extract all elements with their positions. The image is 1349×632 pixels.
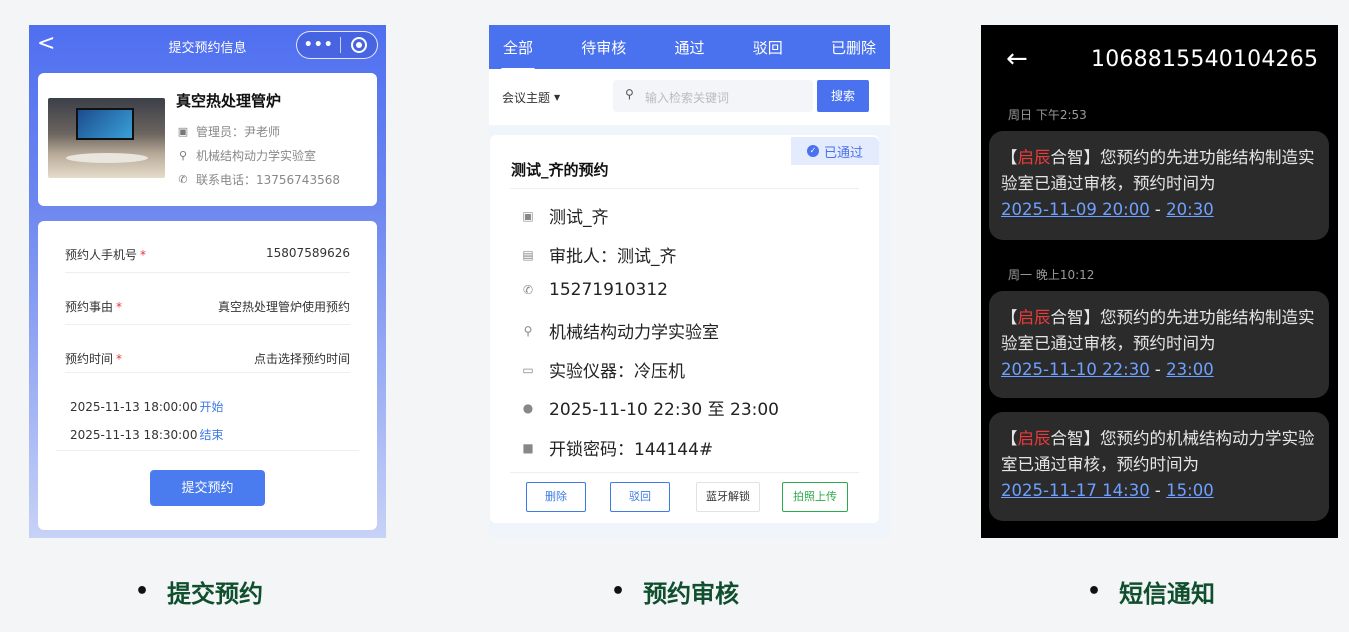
- start-time: 2025-11-13 18:00:00 开始: [70, 400, 224, 414]
- location-pin-icon: ⚲: [178, 149, 188, 162]
- lab-phone-text: 联系电话：13756743568: [196, 173, 340, 187]
- mini-program-capsule: •••: [296, 31, 378, 59]
- search-button[interactable]: 搜索: [817, 80, 869, 112]
- caption-submit: • 提交预约: [135, 579, 264, 608]
- reason-field-row[interactable]: 预约事由 * 真空热处理管炉使用预约: [65, 273, 350, 325]
- lab-photo: [48, 98, 165, 178]
- sms-message[interactable]: 【启辰合智】您预约的机械结构动力学实验室已通过审核，预约时间为 2025-11-…: [989, 412, 1329, 521]
- message-timestamp: 周日 下午2:53: [1008, 108, 1087, 122]
- tab-approved[interactable]: 通过: [674, 33, 704, 62]
- phone-icon: ✆: [522, 283, 534, 297]
- sms-notification-screen: ← 1068815540104265 周日 下午2:53 【启辰合智】您预约的先…: [981, 25, 1338, 538]
- chevron-down-icon: ▼: [554, 93, 561, 102]
- divider: [56, 450, 359, 451]
- reservation-title: 测试_齐的预约: [511, 161, 609, 179]
- nav-bar: < 提交预约信息 •••: [29, 25, 386, 65]
- phone-icon: ✆: [178, 173, 188, 186]
- time-link[interactable]: 2025-11-10 22:30: [1001, 360, 1150, 379]
- bullet-icon: •: [1087, 579, 1102, 604]
- lock-icon: ■: [522, 440, 534, 455]
- lab-manager-text: 管理员：尹老师: [196, 125, 281, 139]
- reservation-card: 测试_齐的预约 ✓ 已通过 ▣ 测试_齐 ▤ 审批人：测试_齐 ✆ 152719103…: [490, 135, 879, 523]
- message-timestamp: 周一 晚上10:12: [1008, 268, 1095, 282]
- topic-dropdown[interactable]: 会议主题 ▼: [502, 89, 560, 106]
- sender-number: 1068815540104265: [1091, 47, 1319, 72]
- lab-location-text: 机械结构动力学实验室: [196, 149, 317, 163]
- time-field-label: 预约时间 *: [65, 352, 123, 366]
- reject-button[interactable]: 驳回: [610, 482, 670, 512]
- back-arrow-icon[interactable]: ←: [1006, 43, 1028, 75]
- tab-rejected[interactable]: 驳回: [753, 33, 783, 62]
- tab-all[interactable]: 全部: [500, 33, 536, 71]
- lab-phone: ✆ 联系电话：13756743568: [176, 171, 340, 188]
- sms-message[interactable]: 【启辰合智】您预约的先进功能结构制造实验室已通过审核，预约时间为 2025-11…: [989, 291, 1329, 398]
- bullet-icon: •: [135, 579, 150, 604]
- reservation-location: ⚲ 机械结构动力学实验室: [521, 318, 719, 343]
- reservation-password: ■ 开锁密码：144144#: [522, 440, 714, 460]
- reservation-user: ▣ 测试_齐: [522, 208, 609, 228]
- target-circle-icon[interactable]: [341, 37, 377, 53]
- location-pin-icon: ⚲: [523, 323, 533, 338]
- search-input[interactable]: ⚲ 输入检索关键词: [613, 80, 813, 112]
- submit-reservation-button[interactable]: 提交预约: [150, 470, 265, 506]
- id-card-icon: ▣: [177, 125, 189, 138]
- bluetooth-unlock-button[interactable]: 蓝牙解锁: [696, 482, 760, 512]
- caption-review: • 预约审核: [611, 579, 740, 608]
- lab-location: ⚲ 机械结构动力学实验室: [176, 147, 316, 164]
- delete-button[interactable]: 删除: [526, 482, 586, 512]
- check-circle-icon: ✓: [806, 145, 819, 157]
- bullet-icon: •: [611, 579, 626, 604]
- status-badge: ✓ 已通过: [791, 137, 879, 165]
- reservation-time: ● 2025-11-10 22:30 至 23:00: [522, 400, 779, 420]
- sms-message[interactable]: 【启辰合智】您预约的先进功能结构制造实验室已通过审核，预约时间为 2025-11…: [989, 131, 1329, 240]
- photo-upload-button[interactable]: 拍照上传: [782, 482, 848, 512]
- reservation-review-screen: 全部 待审核 通过 驳回 已删除 会议主题 ▼ ⚲ 输入检索关键词 搜索 测试_齐…: [489, 25, 890, 538]
- time-field-row[interactable]: 预约时间 * 点击选择预约时间: [65, 325, 350, 373]
- more-dots-icon[interactable]: •••: [297, 37, 340, 53]
- time-link[interactable]: 2025-11-17 14:30: [1001, 481, 1150, 500]
- reservation-phone: ✆ 15271910312: [522, 280, 668, 300]
- tab-deleted[interactable]: 已删除: [831, 33, 876, 62]
- phone-field-label: 预约人手机号 *: [65, 248, 147, 262]
- id-card-icon: ▣: [522, 208, 534, 223]
- filter-bar: 会议主题 ▼ ⚲ 输入检索关键词 搜索: [489, 69, 890, 125]
- time-link[interactable]: 2025-11-09 20:00: [1001, 200, 1150, 219]
- time-link[interactable]: 15:00: [1166, 481, 1214, 500]
- reservation-approver: ▤ 审批人：测试_齐: [522, 247, 677, 267]
- reason-field-label: 预约事由 *: [65, 300, 123, 314]
- reason-field-value[interactable]: 真空热处理管炉使用预约: [218, 298, 350, 315]
- end-time: 2025-11-13 18:30:00 结束: [70, 428, 224, 442]
- clock-icon: ●: [522, 400, 534, 415]
- time-link[interactable]: 23:00: [1166, 360, 1214, 379]
- status-tabs: 全部 待审核 通过 驳回 已删除: [489, 25, 890, 71]
- phone-field-value[interactable]: 15807589626: [266, 246, 350, 260]
- time-picker[interactable]: 点击选择预约时间: [254, 350, 350, 367]
- phone-field-row[interactable]: 预约人手机号 * 15807589626: [65, 221, 350, 273]
- lab-info-card: 真空热处理管炉 ▣ 管理员：尹老师 ⚲ 机械结构动力学实验室 ✆ 联系电话：13…: [38, 73, 377, 206]
- monitor-icon: ▭: [522, 362, 534, 377]
- document-icon: ▤: [522, 247, 534, 262]
- submit-reservation-screen: < 提交预约信息 ••• 真空热处理管炉 ▣ 管理员：尹老师 ⚲ 机械结构动力学…: [29, 25, 386, 538]
- lab-manager: ▣ 管理员：尹老师: [176, 123, 280, 140]
- caption-sms: • 短信通知: [1087, 579, 1216, 608]
- search-icon: ⚲: [625, 87, 634, 101]
- reservation-instrument: ▭ 实验仪器：冷压机: [522, 362, 685, 382]
- lab-name: 真空热处理管炉: [176, 92, 282, 110]
- tab-pending[interactable]: 待审核: [581, 33, 626, 62]
- search-placeholder: 输入检索关键词: [645, 91, 730, 105]
- time-link[interactable]: 20:30: [1166, 200, 1214, 219]
